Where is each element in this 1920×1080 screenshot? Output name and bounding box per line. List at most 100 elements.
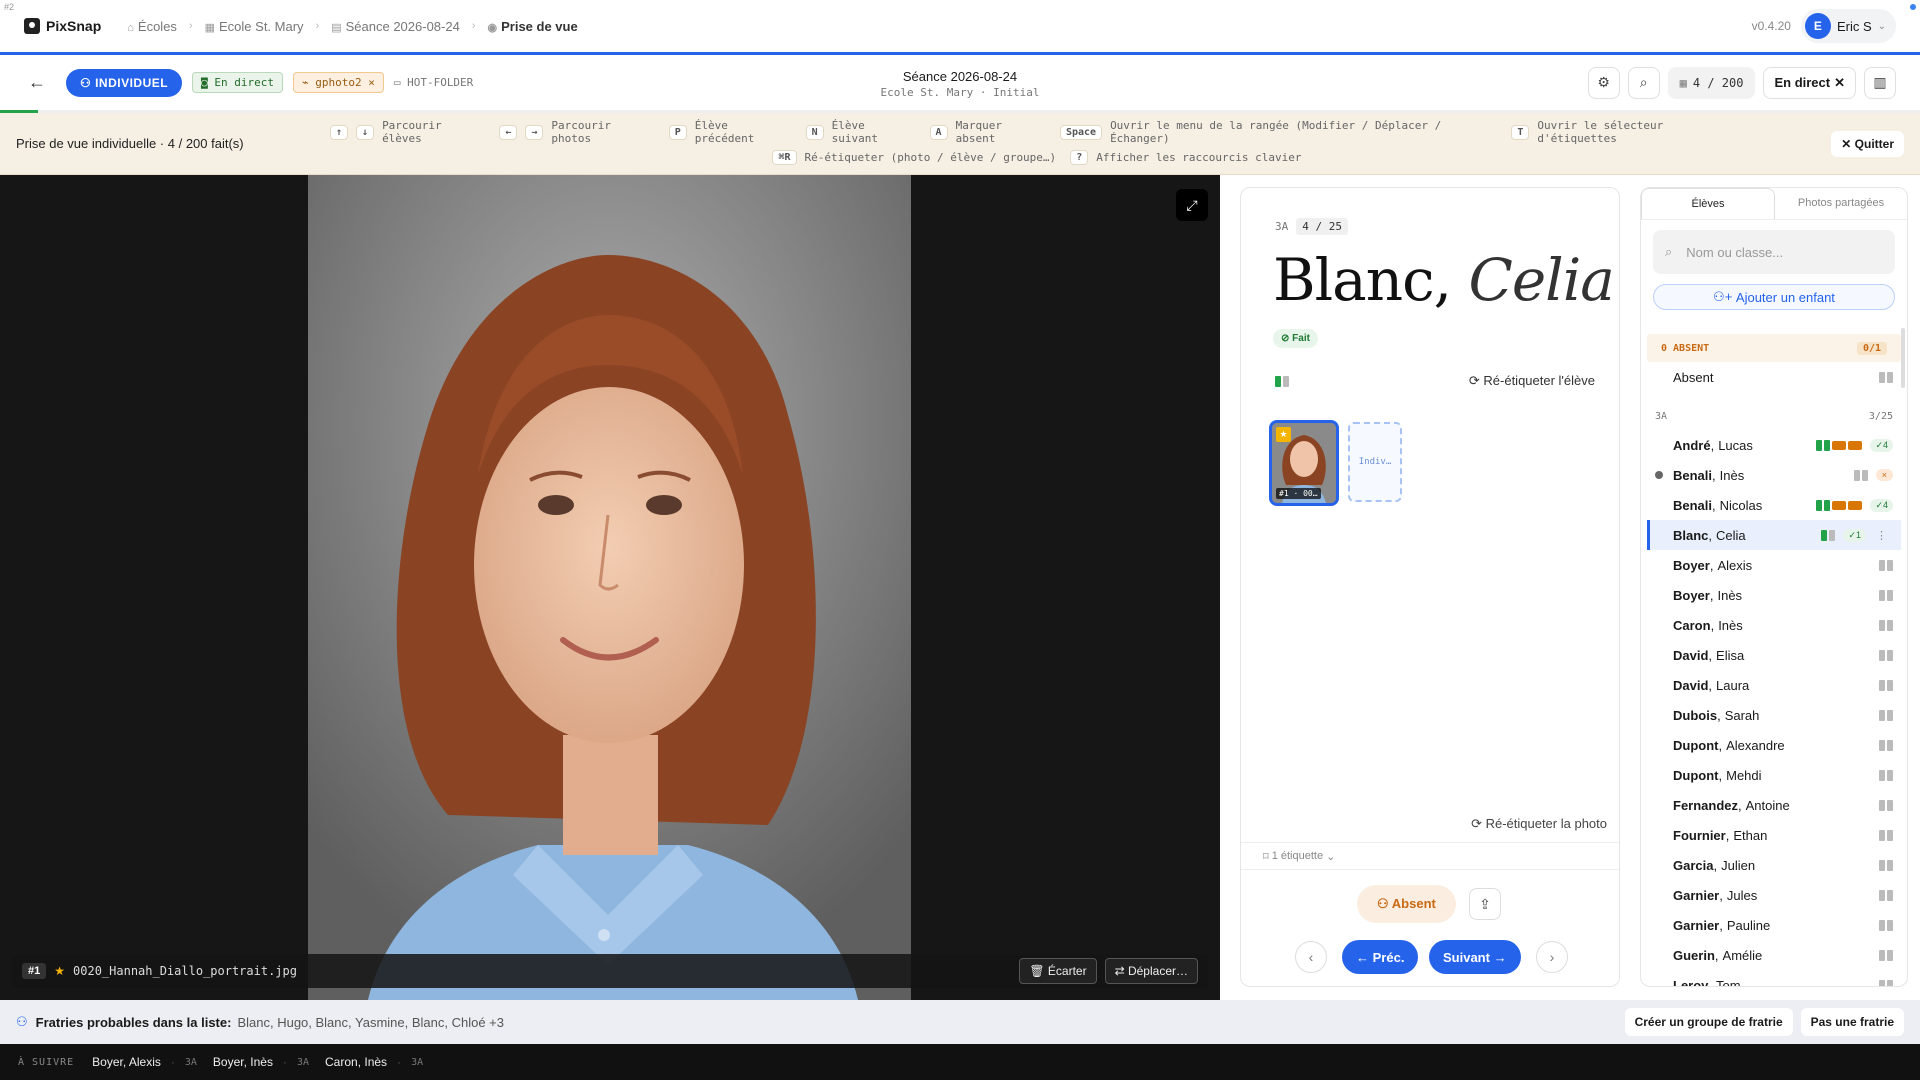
discard-button[interactable]: 🗑 Écarter xyxy=(1019,958,1097,984)
empty-photo-slot[interactable]: Indiv… xyxy=(1348,422,1402,502)
shortcut-description: Parcourir photos xyxy=(551,119,612,145)
table-row[interactable]: Boyer, Inès xyxy=(1641,580,1907,610)
table-row[interactable]: Benali, Nicolas ✓4 xyxy=(1641,490,1907,520)
quit-button[interactable]: ✕ Quitter xyxy=(1831,131,1904,157)
student-first-name: Inès xyxy=(1718,617,1743,633)
table-row[interactable]: Dubois, Sarah xyxy=(1641,700,1907,730)
student-list: 0 ABSENT 0/1 Absent 3A 3/25 André, Lucas ✓… xyxy=(1641,328,1907,986)
star-icon[interactable]: ★ xyxy=(54,964,65,978)
source-pill[interactable]: ⌁ gphoto2 × xyxy=(292,72,384,93)
class-group-header[interactable]: 3A 3/25 xyxy=(1641,402,1907,430)
photo-thumbnail[interactable]: ★ #1 · 00… xyxy=(1269,420,1339,506)
breadcrumb: ⌂ Écoles › ▦ Ecole St. Mary › ▤ Séance 2026… xyxy=(127,19,577,34)
search-button[interactable]: ⌕ xyxy=(1627,66,1660,99)
brand[interactable]: PixSnap xyxy=(24,18,101,34)
table-row[interactable]: Blanc, Celia ✓1 ⋮ xyxy=(1647,520,1901,550)
settings-button[interactable]: ⚙ xyxy=(1587,66,1620,99)
breadcrumb-school[interactable]: ▦ Ecole St. Mary xyxy=(205,19,304,34)
table-row[interactable]: Guerin, Amélie xyxy=(1641,940,1907,970)
table-row[interactable]: Benali, Inès × xyxy=(1641,460,1907,490)
fullscreen-button[interactable]: ⤢ xyxy=(1176,189,1208,221)
tags-dropdown[interactable]: ⌑ 1 étiquette ⌄ xyxy=(1241,842,1619,870)
tab-students[interactable]: Élèves xyxy=(1641,188,1775,219)
portrait-photo[interactable] xyxy=(308,175,911,1000)
table-row[interactable]: Caron, Inès xyxy=(1641,610,1907,640)
status-mark xyxy=(1879,979,1885,986)
breadcrumb-current: ◉ Prise de vue xyxy=(487,18,578,34)
next-up-item[interactable]: Boyer, Inès xyxy=(213,1055,273,1069)
mark-absent-button[interactable]: ⚇ Absent xyxy=(1357,885,1456,923)
shortcut-key: N xyxy=(805,124,824,140)
live-toggle-button[interactable]: En direct ✕ xyxy=(1763,66,1856,99)
roster-panel: Élèves Photos partagées ⌕ Nom ou classe..… xyxy=(1640,187,1908,987)
retag-photo-button[interactable]: ⟳ Ré-étiqueter la photo xyxy=(1471,816,1607,832)
user-menu[interactable]: E Eric S ⌄ xyxy=(1800,9,1896,43)
next-photo-button[interactable]: › xyxy=(1536,941,1568,973)
list-item[interactable]: Absent xyxy=(1641,362,1907,392)
search-input[interactable]: ⌕ Nom ou classe... xyxy=(1653,230,1895,274)
absent-group-header[interactable]: 0 ABSENT 0/1 xyxy=(1647,334,1901,362)
table-row[interactable]: Garnier, Jules xyxy=(1641,880,1907,910)
breadcrumb-session[interactable]: ▤ Séance 2026-08-24 xyxy=(331,19,460,34)
add-child-button[interactable]: ⚇+ Ajouter un enfant xyxy=(1653,284,1895,310)
close-icon: ✕ xyxy=(1834,74,1845,90)
siblings-label: Fratries probables dans la liste: xyxy=(35,1014,232,1030)
layout-toggle-button[interactable]: ▥ xyxy=(1864,66,1896,99)
user-icon: ⚇ xyxy=(80,75,96,90)
pixsnap-logo-icon xyxy=(24,18,40,34)
table-row[interactable]: Dupont, Mehdi xyxy=(1641,760,1907,790)
next-up-item[interactable]: Boyer, Alexis xyxy=(92,1055,161,1069)
breadcrumb-ecoles[interactable]: ⌂ Écoles xyxy=(127,19,177,34)
table-row[interactable]: Leroy, Tom xyxy=(1641,970,1907,986)
photo-status-marks: ✓4 xyxy=(1816,438,1893,452)
table-row[interactable]: Fournier, Ethan xyxy=(1641,820,1907,850)
student-last-name: Benali xyxy=(1673,497,1713,513)
student-first-name: Alexandre xyxy=(1726,737,1785,753)
table-row[interactable]: Fernandez, Antoine xyxy=(1641,790,1907,820)
app-version: v0.4.20 xyxy=(1751,19,1791,33)
student-last-name: Garnier xyxy=(1673,917,1720,933)
status-mark xyxy=(1887,559,1893,571)
user-plus-icon: ⚇+ xyxy=(1713,289,1736,304)
table-row[interactable]: Garnier, Pauline xyxy=(1641,910,1907,940)
table-row[interactable]: David, Laura xyxy=(1641,670,1907,700)
student-last-name: Guerin xyxy=(1673,947,1715,963)
prev-photo-button[interactable]: ‹ xyxy=(1295,941,1327,973)
status-mark xyxy=(1829,529,1836,541)
photo-viewer: ⤢ #1 ★ 0020_Hannah_Diallo_portrait.jpg 🗑… xyxy=(0,175,1220,1000)
table-row[interactable]: David, Elisa xyxy=(1641,640,1907,670)
status-mark xyxy=(1879,559,1885,571)
camera-icon: ◙ xyxy=(201,76,215,89)
move-button[interactable]: ⇄ Déplacer… xyxy=(1104,958,1198,984)
table-row[interactable]: Garcia, Julien xyxy=(1641,850,1907,880)
table-row[interactable]: André, Lucas ✓4 xyxy=(1641,430,1907,460)
create-sibling-group-button[interactable]: Créer un groupe de fratrie xyxy=(1624,1008,1793,1036)
shortcut-row: ↑ ↓ Parcourir élèves ← → Parcourir photos P Élè… xyxy=(330,119,1750,145)
student-last-name: Caron xyxy=(1673,617,1711,633)
prev-student-button[interactable]: ← Préc. xyxy=(1342,940,1419,974)
upload-button[interactable]: ⇪ xyxy=(1469,888,1501,920)
mode-individuel-button[interactable]: ⚇ INDIVIDUEL xyxy=(66,68,183,97)
live-status-pill[interactable]: ◙ En direct xyxy=(192,72,283,93)
table-row[interactable]: Dupont, Alexandre xyxy=(1641,730,1907,760)
tab-shared-photos[interactable]: Photos partagées xyxy=(1775,188,1907,219)
retag-student-button[interactable]: ⟳ Ré-étiqueter l'élève xyxy=(1469,373,1595,389)
back-arrow-icon[interactable]: ← xyxy=(24,72,50,93)
status-mark xyxy=(1887,859,1893,871)
status-mark xyxy=(1879,769,1885,781)
table-row[interactable]: Boyer, Alexis xyxy=(1641,550,1907,580)
status-mark xyxy=(1879,619,1885,631)
status-mark xyxy=(1887,979,1893,986)
photo-status-marks: ✓1 ⋮ xyxy=(1821,528,1887,542)
close-icon[interactable]: × xyxy=(368,76,375,89)
shortcut-description: Élève précédent xyxy=(694,119,755,145)
not-siblings-button[interactable]: Pas une fratrie xyxy=(1800,1008,1904,1036)
hot-folder-label[interactable]: ▭ HOT-FOLDER xyxy=(394,76,473,89)
more-options-icon[interactable]: ⋮ xyxy=(1876,529,1887,542)
photo-status-marks xyxy=(1879,949,1893,961)
next-student-button[interactable]: Suivant → xyxy=(1429,940,1521,974)
photo-status-marks xyxy=(1879,829,1893,841)
status-mark xyxy=(1879,919,1885,931)
next-up-item[interactable]: Caron, Inès xyxy=(325,1055,387,1069)
gear-icon: ⚙ xyxy=(1597,74,1610,90)
